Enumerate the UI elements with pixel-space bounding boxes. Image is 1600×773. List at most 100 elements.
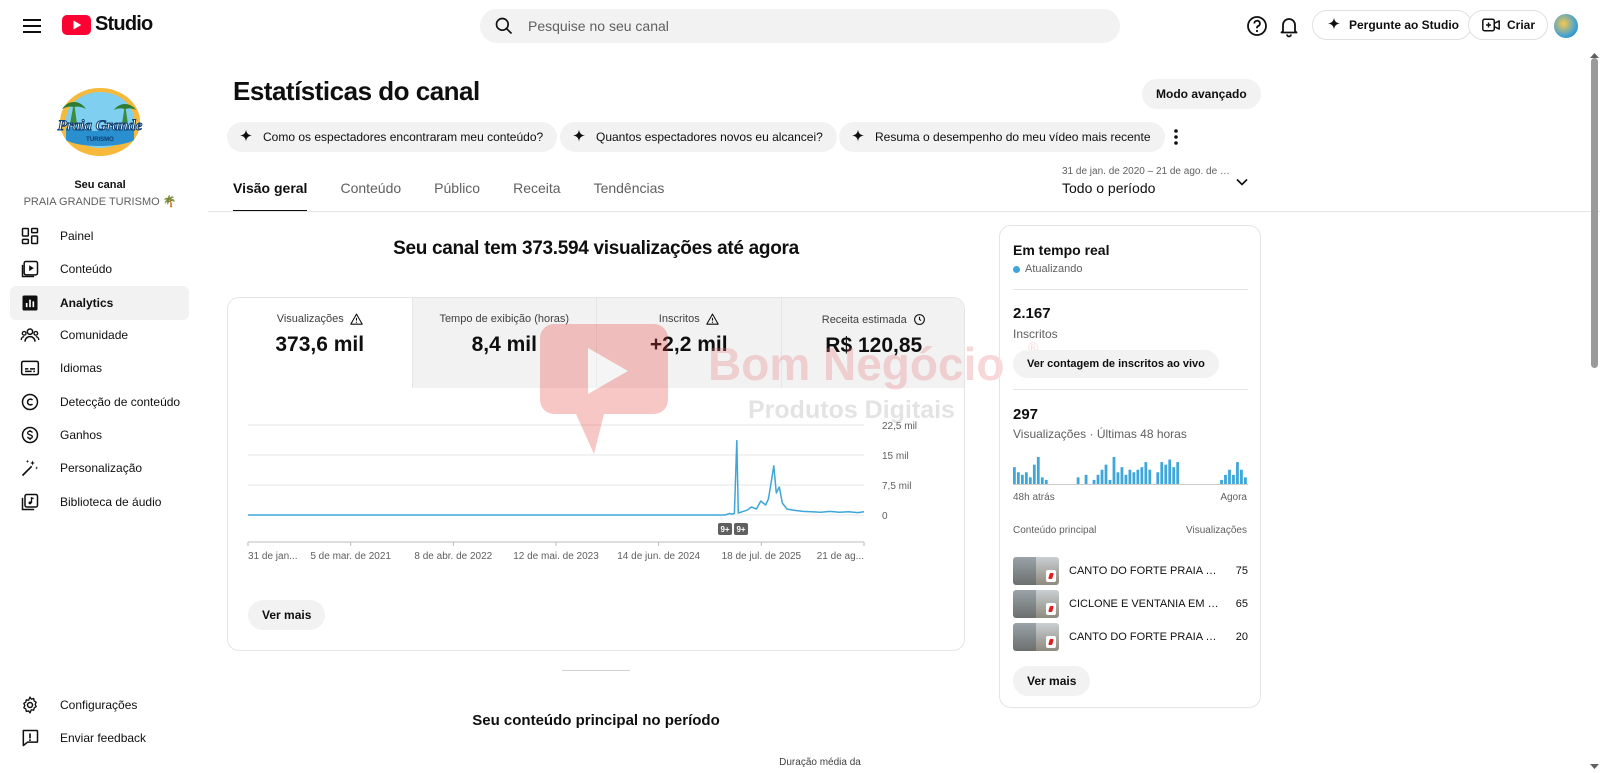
realtime-status-label: Atualizando xyxy=(1025,263,1083,275)
realtime-bar xyxy=(1164,464,1168,485)
ai-suggestion-chip[interactable]: Resuma o desempenho do meu vídeo mais re… xyxy=(839,122,1165,152)
warning-icon xyxy=(706,313,719,325)
top-content-title: Seu conteúdo principal no período xyxy=(472,712,720,729)
realtime-bar xyxy=(1228,469,1231,485)
video-title: CICLONE E VENTANIA EM PRAIA GRANDE xyxy=(1069,598,1219,610)
advanced-mode-button[interactable]: Modo avançado xyxy=(1142,79,1261,109)
sparkle-icon xyxy=(1328,17,1340,30)
sidebar-item-deteccao-de-conteudo[interactable]: Detecção de conteúdo xyxy=(10,385,189,419)
ask-studio-label: Pergunte ao Studio xyxy=(1349,18,1460,32)
sidebar-item-idiomas[interactable]: Idiomas xyxy=(10,351,189,385)
metric-tab-revenue[interactable]: Receita estimada R$ 120,85 xyxy=(781,298,964,388)
sparkle-icon xyxy=(573,129,585,142)
sidebar-item-personalizacao[interactable]: Personalização xyxy=(10,451,189,485)
create-video-icon xyxy=(1482,18,1500,32)
realtime-bar xyxy=(1236,462,1239,485)
divider xyxy=(1013,389,1248,390)
metric-tab-views[interactable]: Visualizações 373,6 mil xyxy=(228,298,413,388)
metric-value: R$ 120,85 xyxy=(825,334,923,357)
avg-duration-label: Duração média da xyxy=(779,757,861,768)
realtime-bar xyxy=(1116,472,1120,485)
see-more-button[interactable]: Ver mais xyxy=(248,600,326,630)
ask-studio-button[interactable]: Pergunte ao Studio xyxy=(1312,10,1473,40)
realtime-bar xyxy=(1168,459,1172,485)
subtitles-icon xyxy=(20,360,40,376)
metric-value: 8,4 mil xyxy=(471,333,537,356)
realtime-bar xyxy=(1100,469,1104,485)
sidebar-item-ganhos[interactable]: Ganhos xyxy=(10,418,189,452)
channel-name: PRAIA GRANDE TURISMO 🌴 xyxy=(23,196,177,208)
realtime-bar xyxy=(1040,477,1044,485)
account-avatar[interactable] xyxy=(1554,14,1578,38)
realtime-bar xyxy=(1240,469,1243,485)
sidebar-item-comunidade[interactable]: Comunidade xyxy=(10,318,189,352)
sidebar-item-painel[interactable]: Painel xyxy=(10,219,189,253)
earn-icon xyxy=(21,426,39,444)
scroll-down-arrow-icon[interactable] xyxy=(1590,764,1599,770)
sidebar-item-label: Biblioteca de áudio xyxy=(60,495,162,509)
realtime-top-item[interactable]: CANTO DO FORTE PRAIA GRANDE 75 xyxy=(1013,556,1248,586)
search-bar[interactable] xyxy=(480,9,1120,43)
realtime-see-more-button[interactable]: Ver mais xyxy=(1013,666,1091,696)
realtime-bar xyxy=(1144,462,1148,485)
chip-label: Resuma o desempenho do meu vídeo mais re… xyxy=(875,130,1151,144)
hamburger-menu-icon[interactable] xyxy=(20,14,44,38)
sidebar-item-biblioteca-de-audio[interactable]: Biblioteca de áudio xyxy=(10,485,189,519)
help-icon[interactable] xyxy=(1245,14,1269,38)
metric-tab-watch-time[interactable]: Tempo de exibição (horas) 8,4 mil xyxy=(412,298,597,388)
create-button[interactable]: Criar xyxy=(1468,10,1549,40)
studio-logo[interactable]: Studio xyxy=(62,13,153,36)
live-dot-icon xyxy=(1013,265,1020,273)
notifications-bell-icon[interactable] xyxy=(1277,14,1301,38)
x-tick-label: 18 de jul. de 2025 xyxy=(722,551,802,562)
realtime-top-item[interactable]: CANTO DO FORTE PRAIA GRANDE 20 xyxy=(1013,622,1248,652)
realtime-bar xyxy=(1084,474,1088,485)
date-range-selector[interactable]: 31 de jan. de 2020 – 21 de ago. de 2025 … xyxy=(1062,166,1232,196)
realtime-bar xyxy=(1148,469,1152,485)
y-tick-label: 15 mil xyxy=(882,451,909,462)
x-tick-label: 12 de mai. de 2023 xyxy=(513,551,599,562)
sidebar-item-conteudo[interactable]: Conteúdo xyxy=(10,252,189,286)
x-tick-label: 31 de jan... xyxy=(248,551,297,562)
search-input[interactable] xyxy=(528,18,1088,34)
x-tick-label: 21 de ag... xyxy=(817,551,864,562)
tab-visao-geral[interactable]: Visão geral xyxy=(233,180,308,212)
sidebar-item-label: Idiomas xyxy=(60,361,103,375)
realtime-bar xyxy=(1028,477,1032,485)
realtime-col-views: Visualizações xyxy=(1186,525,1247,536)
annotation-badge-label: 9+ xyxy=(720,525,729,534)
ai-suggestion-chip[interactable]: Como os espectadores encontraram meu con… xyxy=(227,122,558,152)
metric-label: Tempo de exibição (horas) xyxy=(439,313,570,325)
channel-avatar[interactable]: Praia Grande TURISMO xyxy=(56,80,144,158)
realtime-bar xyxy=(1112,457,1116,485)
live-subscriber-count-button[interactable]: Ver contagem de inscritos ao vivo xyxy=(1013,350,1219,378)
realtime-bar xyxy=(1132,472,1136,485)
realtime-bar xyxy=(1232,474,1235,485)
realtime-bar xyxy=(1172,467,1176,485)
sidebar-item-analytics[interactable]: Analytics xyxy=(10,286,189,320)
tab-publico[interactable]: Público xyxy=(434,180,480,212)
chevron-down-icon[interactable] xyxy=(1232,172,1252,192)
y-tick-label: 22,5 mil xyxy=(882,421,917,432)
sidebar: Praia Grande TURISMO Seu canal PRAIA GRA… xyxy=(0,52,200,773)
realtime-bar xyxy=(1096,474,1100,485)
y-tick-label: 0 xyxy=(882,511,888,522)
tab-receita[interactable]: Receita xyxy=(513,180,560,212)
realtime-bar xyxy=(1136,469,1140,485)
sparkle-icon xyxy=(852,129,864,142)
video-views: 75 xyxy=(1235,565,1248,577)
realtime-bar xyxy=(1104,464,1108,485)
tab-conteudo[interactable]: Conteúdo xyxy=(340,180,401,212)
channel-logo-text: Praia Grande xyxy=(58,118,143,134)
sidebar-item-enviar-feedback[interactable]: Enviar feedback xyxy=(10,721,189,755)
sidebar-item-configuracoes[interactable]: Configurações xyxy=(10,688,189,722)
ai-suggestion-chip[interactable]: Quantos espectadores novos eu alcancei? xyxy=(560,122,837,152)
page-scrollbar[interactable] xyxy=(1591,58,1598,368)
tab-tendencias[interactable]: Tendências xyxy=(594,180,665,212)
realtime-top-item[interactable]: CICLONE E VENTANIA EM PRAIA GRANDE 65 xyxy=(1013,589,1248,619)
shorts-icon xyxy=(1046,570,1056,582)
more-options-icon[interactable] xyxy=(1168,126,1184,148)
customization-icon xyxy=(21,459,39,477)
metric-tab-subscribers[interactable]: Inscritos +2,2 mil xyxy=(597,298,782,388)
metric-label: Receita estimada xyxy=(821,313,907,326)
